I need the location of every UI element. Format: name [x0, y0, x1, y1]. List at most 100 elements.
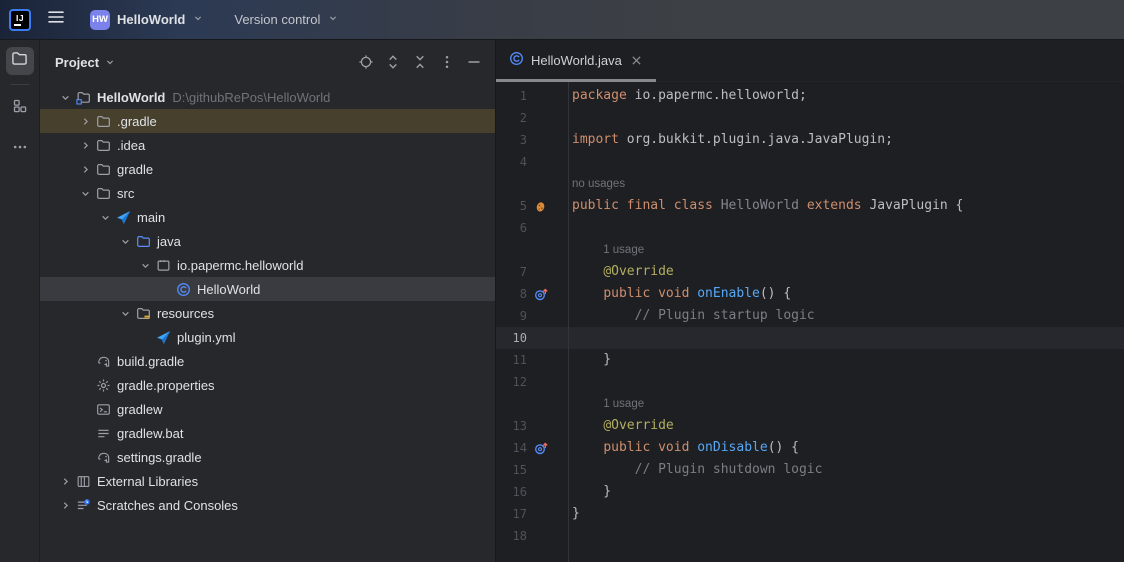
chevron-down-icon[interactable] [76, 185, 94, 201]
tree-item-java[interactable]: java [40, 229, 495, 253]
chevron-down-icon[interactable] [116, 233, 134, 249]
line-number[interactable]: 10 [496, 327, 527, 349]
chevron-right-icon[interactable] [76, 137, 94, 153]
gradle-icon [94, 353, 112, 369]
code-line-18[interactable]: 18 [496, 525, 1124, 547]
chevron-right-icon[interactable] [56, 473, 74, 489]
code-line-3[interactable]: 3import org.bukkit.plugin.java.JavaPlugi… [496, 129, 1124, 151]
inlay-hint-row[interactable]: 1 usage [496, 239, 1124, 261]
code-line-6[interactable]: 6 [496, 217, 1124, 239]
intellij-logo-icon[interactable]: IJ [9, 9, 31, 31]
tree-item-helloworld[interactable]: HelloWorldD:\githubRePos\HelloWorld [40, 85, 495, 109]
code-line-7[interactable]: 7 @Override [496, 261, 1124, 283]
line-number[interactable]: 14 [496, 437, 527, 459]
project-icon [74, 89, 92, 105]
usages-inlay-hint[interactable]: 1 usage [568, 244, 644, 256]
line-number[interactable]: 11 [496, 349, 527, 371]
project-tool-window-button[interactable] [6, 47, 34, 75]
tree-item-external-libraries[interactable]: External Libraries [40, 469, 495, 493]
tree-item--idea[interactable]: .idea [40, 133, 495, 157]
chevron-down-icon[interactable] [104, 56, 116, 68]
close-tab-icon[interactable] [629, 53, 645, 69]
line-number[interactable]: 13 [496, 415, 527, 437]
tree-item-label: Scratches and Consoles [97, 498, 238, 513]
locate-target-icon[interactable] [358, 54, 374, 70]
tree-item-gradlew[interactable]: gradlew [40, 397, 495, 421]
inlay-hint-row[interactable]: 1 usage [496, 393, 1124, 415]
plugin-class-gutter-icon[interactable] [527, 199, 568, 213]
project-widget-button[interactable]: HW HelloWorld [84, 6, 210, 34]
tab-helloworld-java[interactable]: HelloWorld.java [496, 40, 656, 81]
line-number[interactable]: 5 [496, 195, 527, 217]
code-editor[interactable]: 1package io.papermc.helloworld;23import … [496, 82, 1124, 562]
chevron-spacer [76, 353, 94, 369]
tree-item-build-gradle[interactable]: build.gradle [40, 349, 495, 373]
project-tool-window: Project HelloWorldD:\githubRePos\HelloWo… [40, 40, 496, 562]
code-token [572, 308, 635, 323]
code-line-2[interactable]: 2 [496, 107, 1124, 129]
more-tool-windows-button[interactable] [6, 135, 34, 163]
tree-item--gradle[interactable]: .gradle [40, 109, 495, 133]
code-line-8[interactable]: 8 public void onEnable() { [496, 283, 1124, 305]
line-number[interactable]: 7 [496, 261, 527, 283]
tree-item-gradle-properties[interactable]: gradle.properties [40, 373, 495, 397]
code-token: } [572, 506, 580, 521]
line-number[interactable]: 8 [496, 283, 527, 305]
tree-item-scratches-and-consoles[interactable]: Scratches and Consoles [40, 493, 495, 517]
code-line-1[interactable]: 1package io.papermc.helloworld; [496, 85, 1124, 107]
structure-tool-window-button[interactable] [6, 94, 34, 122]
line-number[interactable]: 4 [496, 151, 527, 173]
code-line-4[interactable]: 4 [496, 151, 1124, 173]
code-line-5[interactable]: 5public final class HelloWorld extends J… [496, 195, 1124, 217]
tree-item-gradlew-bat[interactable]: gradlew.bat [40, 421, 495, 445]
expand-all-icon[interactable] [385, 54, 401, 70]
hide-panel-icon[interactable] [466, 54, 482, 70]
usages-inlay-hint[interactable]: 1 usage [568, 398, 644, 410]
tree-item-resources[interactable]: resources [40, 301, 495, 325]
line-number[interactable]: 1 [496, 85, 527, 107]
line-number[interactable]: 18 [496, 525, 527, 547]
folder-icon [94, 137, 112, 153]
tree-item-settings-gradle[interactable]: settings.gradle [40, 445, 495, 469]
code-line-11[interactable]: 11 } [496, 349, 1124, 371]
line-number[interactable]: 9 [496, 305, 527, 327]
line-number[interactable]: 15 [496, 459, 527, 481]
collapse-all-icon[interactable] [412, 54, 428, 70]
main-menu-button[interactable] [42, 6, 70, 33]
overrides-method-gutter-icon[interactable] [527, 287, 568, 301]
code-token: onEnable [697, 286, 760, 301]
tree-item-plugin-yml[interactable]: plugin.yml [40, 325, 495, 349]
line-number[interactable]: 12 [496, 371, 527, 393]
tree-item-gradle[interactable]: gradle [40, 157, 495, 181]
line-number[interactable]: 3 [496, 129, 527, 151]
tree-item-src[interactable]: src [40, 181, 495, 205]
tree-item-main[interactable]: main [40, 205, 495, 229]
code-line-16[interactable]: 16 } [496, 481, 1124, 503]
line-number[interactable]: 17 [496, 503, 527, 525]
chevron-down-icon[interactable] [96, 209, 114, 225]
code-line-12[interactable]: 12 [496, 371, 1124, 393]
more-vertical-icon[interactable] [439, 54, 455, 70]
line-number[interactable]: 16 [496, 481, 527, 503]
code-line-9[interactable]: 9 // Plugin startup logic [496, 305, 1124, 327]
chevron-down-icon[interactable] [56, 89, 74, 105]
line-number[interactable]: 6 [496, 217, 527, 239]
chevron-down-icon[interactable] [136, 257, 154, 273]
code-line-13[interactable]: 13 @Override [496, 415, 1124, 437]
chevron-down-icon[interactable] [116, 305, 134, 321]
code-line-15[interactable]: 15 // Plugin shutdown logic [496, 459, 1124, 481]
inlay-hint-row[interactable]: no usages [496, 173, 1124, 195]
code-line-14[interactable]: 14 public void onDisable() { [496, 437, 1124, 459]
chevron-right-icon[interactable] [76, 161, 94, 177]
usages-inlay-hint[interactable]: no usages [568, 178, 625, 190]
line-number[interactable]: 2 [496, 107, 527, 129]
tree-item-helloworld[interactable]: HelloWorld [40, 277, 495, 301]
code-line-17[interactable]: 17} [496, 503, 1124, 525]
vcs-widget-button[interactable]: Version control [228, 7, 345, 33]
chevron-right-icon[interactable] [56, 497, 74, 513]
overrides-method-gutter-icon[interactable] [527, 441, 568, 455]
tree-item-io-papermc-helloworld[interactable]: io.papermc.helloworld [40, 253, 495, 277]
chevron-right-icon[interactable] [76, 113, 94, 129]
folder-res-icon [134, 305, 152, 321]
code-line-10[interactable]: 10 [496, 327, 1124, 349]
